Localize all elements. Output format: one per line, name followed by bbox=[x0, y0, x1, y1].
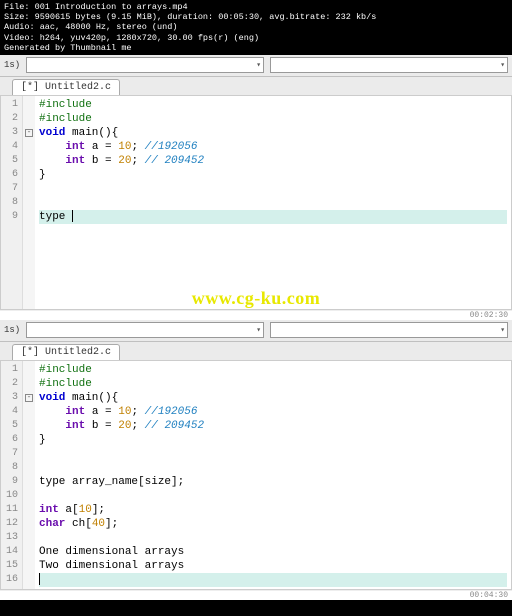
meta-file: File: 001 Introduction to arrays.mp4 bbox=[4, 2, 508, 12]
text-cursor bbox=[39, 573, 40, 585]
meta-generated: Generated by Thumbnail me bbox=[4, 43, 508, 53]
file-tab[interactable]: [*] Untitled2.c bbox=[12, 344, 120, 360]
code-line[interactable]: Two dimensional arrays bbox=[39, 559, 507, 573]
code-line[interactable] bbox=[39, 447, 507, 461]
code-line[interactable] bbox=[39, 196, 507, 210]
code-line[interactable]: } bbox=[39, 433, 507, 447]
scope-dropdown-left[interactable]: ▾ bbox=[26, 322, 264, 338]
code-line[interactable]: #include bbox=[39, 363, 507, 377]
code-editor[interactable]: 123456789 - #include#includevoid main(){… bbox=[0, 95, 512, 310]
text-cursor bbox=[72, 210, 73, 222]
code-line[interactable] bbox=[39, 573, 507, 587]
class-scope-toolbar: 1s) ▾ ▾ bbox=[0, 320, 512, 342]
thumbnail-timestamp: 00:02:30 bbox=[0, 310, 512, 320]
code-line[interactable]: #include bbox=[39, 112, 507, 126]
code-line[interactable] bbox=[39, 461, 507, 475]
code-line[interactable]: int b = 20; // 209452 bbox=[39, 419, 507, 433]
code-line[interactable] bbox=[39, 489, 507, 503]
watermark-text: www.cg-ku.com bbox=[192, 288, 321, 309]
code-line[interactable]: #include bbox=[39, 98, 507, 112]
chevron-down-icon: ▾ bbox=[500, 325, 505, 335]
code-editor[interactable]: 12345678910111213141516 - #include#inclu… bbox=[0, 360, 512, 590]
code-line[interactable]: type bbox=[39, 210, 507, 224]
code-line[interactable]: #include bbox=[39, 377, 507, 391]
scope-dropdown-left[interactable]: ▾ bbox=[26, 57, 264, 73]
code-line[interactable]: int a[10]; bbox=[39, 503, 507, 517]
code-line[interactable]: One dimensional arrays bbox=[39, 545, 507, 559]
code-line[interactable]: int a = 10; //192056 bbox=[39, 405, 507, 419]
tab-bar: [*] Untitled2.c bbox=[0, 342, 512, 360]
meta-audio: Audio: aac, 48000 Hz, stereo (und) bbox=[4, 22, 508, 32]
video-metadata-header: File: 001 Introduction to arrays.mp4 Siz… bbox=[0, 0, 512, 55]
toolbar-label: 1s) bbox=[4, 325, 20, 335]
fold-toggle-icon[interactable]: - bbox=[25, 129, 33, 137]
fold-column: - bbox=[23, 361, 35, 589]
fold-toggle-icon[interactable]: - bbox=[25, 394, 33, 402]
code-line[interactable]: type array_name[size]; bbox=[39, 475, 507, 489]
code-line[interactable]: int a = 10; //192056 bbox=[39, 140, 507, 154]
tab-bar: [*] Untitled2.c bbox=[0, 77, 512, 95]
code-line[interactable]: char ch[40]; bbox=[39, 517, 507, 531]
fold-column: - bbox=[23, 96, 35, 309]
line-number-gutter: 123456789 bbox=[1, 96, 23, 309]
code-line[interactable]: void main(){ bbox=[39, 126, 507, 140]
code-line[interactable] bbox=[39, 182, 507, 196]
scope-dropdown-right[interactable]: ▾ bbox=[270, 57, 508, 73]
scope-dropdown-right[interactable]: ▾ bbox=[270, 322, 508, 338]
meta-size: Size: 9590615 bytes (9.15 MiB), duration… bbox=[4, 12, 508, 22]
chevron-down-icon: ▾ bbox=[500, 60, 505, 70]
line-number-gutter: 12345678910111213141516 bbox=[1, 361, 23, 589]
chevron-down-icon: ▾ bbox=[256, 325, 261, 335]
class-scope-toolbar: 1s) ▾ ▾ bbox=[0, 55, 512, 77]
code-line[interactable] bbox=[39, 531, 507, 545]
code-line[interactable]: void main(){ bbox=[39, 391, 507, 405]
code-area[interactable]: #include#includevoid main(){ int a = 10;… bbox=[35, 96, 511, 309]
code-area[interactable]: #include#includevoid main(){ int a = 10;… bbox=[35, 361, 511, 589]
code-line[interactable]: int b = 20; // 209452 bbox=[39, 154, 507, 168]
toolbar-label: 1s) bbox=[4, 60, 20, 70]
chevron-down-icon: ▾ bbox=[256, 60, 261, 70]
thumbnail-timestamp: 00:04:30 bbox=[0, 590, 512, 600]
file-tab[interactable]: [*] Untitled2.c bbox=[12, 79, 120, 95]
code-line[interactable]: } bbox=[39, 168, 507, 182]
meta-video: Video: h264, yuv420p, 1280x720, 30.00 fp… bbox=[4, 33, 508, 43]
